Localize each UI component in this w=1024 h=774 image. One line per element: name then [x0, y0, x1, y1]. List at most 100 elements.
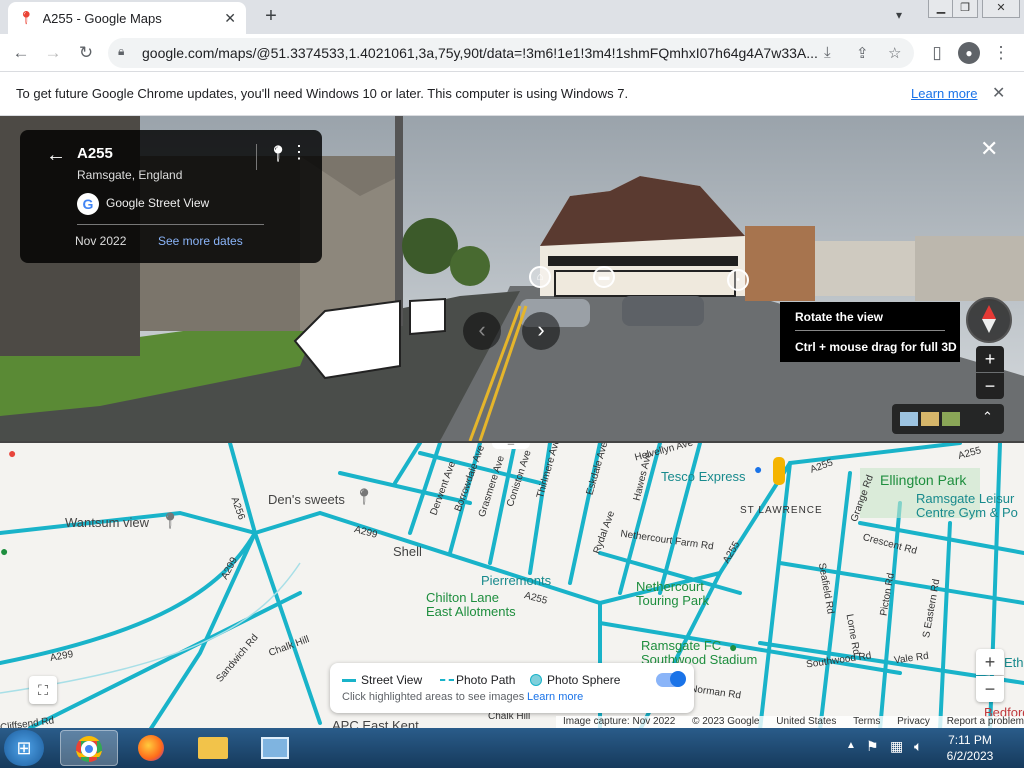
see-more-dates-link[interactable]: See more dates	[158, 234, 243, 248]
street-view-toggle[interactable]	[656, 671, 686, 687]
maps-pin-icon: 📍︎	[18, 10, 35, 25]
share-icon[interactable]: ⇪	[856, 44, 869, 62]
expand-up-icon[interactable]: ⌃	[982, 409, 993, 425]
url-text[interactable]: google.com/maps/@51.3374533,1.4021061,3a…	[142, 45, 822, 61]
menu-dots-icon[interactable]: ⋮	[990, 42, 1012, 64]
map-pane[interactable]: ═ Den's sweets 📍︎ Wantsum view 📍︎ Shell …	[0, 441, 1024, 728]
taskbar-control-panel[interactable]	[246, 730, 304, 766]
infobar-message: To get future Google Chrome updates, you…	[16, 86, 629, 101]
clock-time: 7:11 PM	[948, 733, 992, 747]
street-view-pane[interactable]: ⌂ ▬ • ‹ › ← A255 Ramsgate, England G Goo…	[0, 116, 1024, 441]
sv-zoom-out-button[interactable]: −	[976, 373, 1004, 399]
attribution-privacy[interactable]: Privacy	[897, 716, 930, 727]
street-view-line-icon	[342, 679, 356, 682]
side-panel-icon[interactable]: ▯	[926, 42, 948, 64]
legend-photo-path: Photo Path	[456, 673, 516, 687]
pane-resize-handle[interactable]: ═	[492, 443, 530, 449]
rotate-tooltip: Rotate the view Ctrl + mouse drag for fu…	[780, 302, 960, 362]
poi-shell[interactable]: Shell	[393, 544, 422, 559]
more-options-icon[interactable]: ⋮	[290, 142, 308, 163]
nav-arrow-right[interactable]: ›	[522, 312, 560, 350]
chrome-icon	[76, 736, 102, 762]
poi-leisure-centre[interactable]: Ramsgate Leisur Centre Gym & Po	[916, 492, 1018, 520]
poi-apc-east-kent[interactable]: APC East Kent	[332, 718, 419, 728]
address-bar[interactable]: 🔒︎ google.com/maps/@51.3374533,1.4021061…	[108, 38, 914, 68]
poi-ellington-park[interactable]: Ellington Park	[880, 472, 966, 488]
tab-google-maps[interactable]: 📍︎ A255 - Google Maps ✕	[8, 2, 246, 34]
map-zoom-in-button[interactable]: +	[976, 649, 1004, 675]
source-label: Google Street View	[106, 196, 210, 210]
tray-flag-icon[interactable]: ⚑	[866, 738, 879, 755]
thumb-3[interactable]	[942, 412, 960, 426]
thumb-1[interactable]	[900, 412, 918, 426]
road-name: A255	[77, 145, 113, 162]
legend-hint: Click highlighted areas to see images	[342, 691, 525, 703]
stadium-pin-icon[interactable]: ●	[729, 639, 737, 655]
clock-date: 6/2/2023	[946, 749, 994, 763]
back-icon[interactable]: ←	[10, 42, 32, 64]
poi-chilton-lane[interactable]: Chilton Lane East Allotments	[426, 591, 516, 619]
poi-hotel-icon[interactable]: ●	[8, 445, 16, 461]
sv-zoom-in-button[interactable]: +	[976, 346, 1004, 372]
poi-wantsum-view[interactable]: Wantsum view	[65, 515, 149, 530]
back-arrow-icon[interactable]: ←	[46, 144, 66, 167]
thumb-2[interactable]	[921, 412, 939, 426]
tray-network-icon[interactable]: ▦	[890, 738, 903, 755]
poi-ethe[interactable]: Ethe	[1004, 655, 1024, 670]
pegman-icon[interactable]	[773, 457, 785, 485]
tray-expand-icon[interactable]: ▲	[846, 740, 856, 751]
street-view-info-panel: ← A255 Ramsgate, England G Google Street…	[20, 130, 322, 263]
infobar-close-icon[interactable]: ✕	[992, 83, 1005, 103]
start-button[interactable]: ⊞	[4, 730, 44, 766]
capture-date: Nov 2022	[75, 234, 127, 248]
bookmark-star-icon[interactable]: ☆	[888, 44, 901, 62]
close-street-view-icon[interactable]: ✕	[980, 136, 998, 162]
lock-icon[interactable]: 🔒︎	[118, 44, 124, 59]
poi-pierremonts[interactable]: Pierremonts	[481, 573, 551, 588]
street-marker-1[interactable]: ⌂	[529, 266, 551, 288]
photo-path-icon	[440, 679, 454, 681]
tray-volume-icon[interactable]: 🔈︎	[914, 738, 922, 755]
nav-arrow-left[interactable]: ‹	[463, 312, 501, 350]
map-zoom-out-button[interactable]: −	[976, 676, 1004, 702]
area-st-lawrence: ST LAWRENCE	[740, 505, 823, 516]
profile-avatar[interactable]: ●	[958, 42, 980, 64]
attribution-terms[interactable]: Terms	[853, 716, 880, 727]
attribution-report[interactable]: Report a problem	[947, 716, 1024, 727]
install-icon[interactable]: ⤓	[824, 44, 831, 61]
taskbar-chrome[interactable]	[60, 730, 118, 766]
compass-rotate-control[interactable]	[966, 297, 1012, 343]
tooltip-divider	[795, 330, 945, 331]
toggle-knob	[670, 671, 686, 687]
legend-photo-sphere: Photo Sphere	[547, 673, 621, 687]
forward-icon[interactable]: →	[42, 42, 64, 64]
tab-search-icon[interactable]: ▾	[896, 8, 902, 22]
poi-pin-icon[interactable]: 📍︎	[160, 511, 180, 531]
poi-park-icon[interactable]: ●	[0, 543, 8, 559]
restore-button[interactable]: ❐	[952, 0, 978, 18]
poi-nethercourt[interactable]: Nethercourt Touring Park	[636, 580, 709, 608]
street-marker-hotel[interactable]: ▬	[593, 266, 615, 288]
expand-map-button[interactable]: ⛶	[29, 676, 57, 704]
taskbar-explorer[interactable]	[184, 730, 242, 766]
legend-learn-more-link[interactable]: Learn more	[527, 691, 583, 703]
poi-dens-sweets[interactable]: Den's sweets	[268, 492, 345, 507]
close-tab-icon[interactable]: ✕	[224, 10, 236, 27]
attribution-region[interactable]: United States	[776, 716, 836, 727]
imagery-thumbnails[interactable]: ⌃	[892, 404, 1004, 434]
shop-pin-icon[interactable]: ●	[754, 461, 762, 477]
poi-pin-icon[interactable]: 📍︎	[354, 487, 374, 507]
control-panel-icon	[261, 737, 289, 759]
poi-tesco-express[interactable]: Tesco Express	[661, 469, 746, 484]
legend-street-view: Street View	[361, 673, 423, 687]
learn-more-link[interactable]: Learn more	[911, 86, 977, 101]
new-tab-button[interactable]: +	[260, 6, 282, 28]
minimize-button[interactable]: ▁	[928, 0, 954, 18]
street-marker-pin[interactable]: •	[727, 269, 749, 291]
window-close-button[interactable]: ✕	[982, 0, 1020, 18]
tooltip-line-2: Ctrl + mouse drag for full 3D	[795, 340, 957, 354]
taskbar-firefox[interactable]	[122, 730, 180, 766]
location-pin-icon[interactable]: 📍︎	[268, 144, 288, 164]
taskbar-clock[interactable]: 7:11 PM 6/2/2023	[930, 732, 1010, 764]
reload-icon[interactable]: ↻	[75, 42, 97, 64]
